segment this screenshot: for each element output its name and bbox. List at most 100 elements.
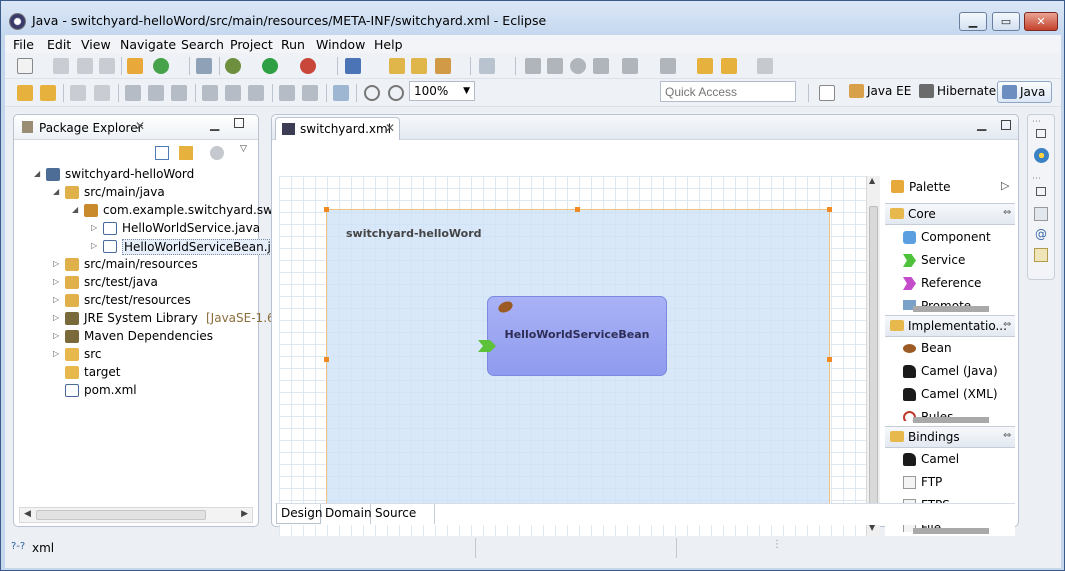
menu-run[interactable]: Run	[281, 37, 305, 52]
palette-hide-icon[interactable]: ▷	[1001, 179, 1009, 192]
run-icon[interactable]	[262, 58, 278, 74]
package-explorer-title[interactable]: Package Explorer	[39, 121, 143, 135]
undo-icon[interactable]	[17, 85, 33, 101]
maximize-icon[interactable]	[1001, 120, 1011, 130]
javadoc-icon[interactable]: @	[1035, 227, 1047, 241]
redo-icon[interactable]	[40, 85, 56, 101]
zoom-out-icon[interactable]	[364, 85, 380, 101]
new-icon[interactable]	[17, 58, 33, 74]
collapsed-twistie-icon[interactable]: ▷	[53, 295, 59, 304]
restore-icon[interactable]	[1036, 187, 1046, 196]
drag-handle[interactable]: ⋯	[1032, 117, 1041, 127]
drawer-core[interactable]: Core ⇔	[885, 203, 1015, 225]
pin-icon[interactable]: ⇔	[1003, 207, 1011, 218]
save-icon[interactable]	[53, 58, 69, 74]
new-java-project-icon[interactable]	[345, 58, 361, 74]
palette-header[interactable]: Palette ▷	[885, 176, 1015, 198]
tab-source[interactable]: Source	[371, 504, 435, 524]
collapsed-twistie-icon[interactable]: ▷	[53, 313, 59, 322]
resume-icon[interactable]	[525, 58, 541, 74]
outline-icon[interactable]	[1034, 148, 1049, 163]
menu-help[interactable]: Help	[374, 37, 403, 52]
zoom-in-icon[interactable]	[388, 85, 404, 101]
save-all-icon[interactable]	[77, 58, 93, 74]
suspend-icon[interactable]	[547, 58, 563, 74]
zoom-combo[interactable]: 100% ▼	[409, 81, 475, 101]
external-tools-icon[interactable]	[300, 58, 316, 74]
resize-handle[interactable]	[324, 207, 329, 212]
match-width-icon[interactable]	[279, 85, 295, 101]
minimize-button[interactable]: ▁	[959, 12, 987, 31]
menu-view[interactable]: View	[81, 37, 111, 52]
palette-item-reference[interactable]: Reference	[903, 273, 981, 293]
collapsed-twistie-icon[interactable]: ▷	[53, 277, 59, 286]
paste-icon[interactable]	[94, 85, 110, 101]
perspective-javaee[interactable]: Java EE	[845, 81, 917, 103]
drawer-scroll-thumb[interactable]	[913, 417, 989, 423]
tab-domain[interactable]: Domain	[321, 504, 372, 524]
terminate-icon[interactable]	[570, 58, 586, 74]
back-icon[interactable]	[721, 58, 737, 74]
tree-item[interactable]: ▷ HelloWorldServiceBean.ja	[91, 238, 281, 256]
layout-icon[interactable]	[333, 85, 349, 101]
search-icon[interactable]	[435, 58, 451, 74]
collapse-all-icon[interactable]	[155, 146, 169, 160]
tree-item[interactable]: ▷ src/test/resources	[53, 292, 250, 310]
palette-item-bean[interactable]: Bean	[903, 338, 952, 358]
palette-item-camel-java[interactable]: Camel (Java)	[903, 361, 998, 381]
resize-handle[interactable]	[827, 207, 832, 212]
canvas-scrollbar[interactable]: ▲ ▼	[866, 176, 880, 536]
close-button[interactable]: ✕	[1024, 12, 1058, 31]
collapsed-twistie-icon[interactable]: ▷	[53, 331, 59, 340]
palette-item-camel-xml[interactable]: Camel (XML)	[903, 384, 998, 404]
declaration-icon[interactable]	[1034, 248, 1048, 262]
focus-task-icon[interactable]	[210, 146, 224, 160]
last-edit-icon[interactable]	[697, 58, 713, 74]
horizontal-scrollbar[interactable]: ◀ ▶	[19, 507, 253, 523]
scroll-left-icon[interactable]: ◀	[24, 509, 31, 519]
scroll-thumb[interactable]	[36, 510, 206, 520]
editor-tab[interactable]: switchyard.xml ✕	[275, 117, 400, 140]
scroll-up-icon[interactable]: ▲	[869, 176, 875, 185]
annotation-icon[interactable]	[660, 58, 676, 74]
drag-handle[interactable]: ⋮	[772, 539, 782, 550]
new-package-icon[interactable]	[389, 58, 405, 74]
menu-file[interactable]: File	[13, 37, 34, 52]
palette-item-camel-binding[interactable]: Camel	[903, 449, 959, 469]
tree-item[interactable]: ▷ JRE System Library [JavaSE-1.6]	[53, 310, 279, 328]
align-center-icon[interactable]	[148, 85, 164, 101]
resize-handle[interactable]	[324, 357, 329, 362]
drawer-scroll-thumb[interactable]	[913, 528, 989, 534]
tree-item[interactable]: ▷ src/main/resources	[53, 256, 250, 274]
tab-design[interactable]: Design	[276, 504, 322, 524]
tree-item[interactable]: ◢ src/main/java	[53, 184, 250, 202]
refresh-icon[interactable]	[153, 58, 169, 74]
tree-item[interactable]: target	[53, 364, 250, 382]
problems-icon[interactable]	[1034, 207, 1048, 221]
open-perspective-icon[interactable]	[819, 85, 835, 101]
tree-item[interactable]: ▷ Maven Dependencies	[53, 328, 250, 346]
tree-item[interactable]: ▷ src	[53, 346, 250, 364]
disconnect-icon[interactable]	[593, 58, 609, 74]
drag-handle[interactable]: ⋯	[1032, 174, 1041, 184]
maximize-button[interactable]: ▭	[992, 12, 1020, 31]
align-bottom-icon[interactable]	[248, 85, 264, 101]
drawer-scroll-thumb[interactable]	[913, 306, 989, 312]
link-with-editor-icon[interactable]	[179, 146, 193, 160]
tree-item[interactable]: ◢ switchyard-helloWord	[34, 166, 250, 184]
palette-item-ftp[interactable]: FTP	[903, 472, 942, 492]
menu-search[interactable]: Search	[181, 37, 224, 52]
drawer-implementation[interactable]: Implementatio... ⇔	[885, 315, 1015, 337]
menu-navigate[interactable]: Navigate	[120, 37, 176, 52]
perspective-hibernate[interactable]: Hibernate	[915, 81, 1002, 103]
debug-icon[interactable]	[225, 58, 241, 74]
build-icon[interactable]	[127, 58, 143, 74]
maximize-icon[interactable]	[234, 118, 244, 128]
service-arrow-icon[interactable]	[478, 340, 496, 352]
component-shape[interactable]: HelloWorldServiceBean	[487, 296, 667, 376]
palette-item-service[interactable]: Service	[903, 250, 965, 270]
view-menu-icon[interactable]: ▽	[240, 144, 247, 154]
pin-icon[interactable]: ⇔	[1003, 430, 1011, 441]
print-icon[interactable]	[99, 58, 115, 74]
drawer-bindings[interactable]: Bindings ⇔	[885, 426, 1015, 448]
